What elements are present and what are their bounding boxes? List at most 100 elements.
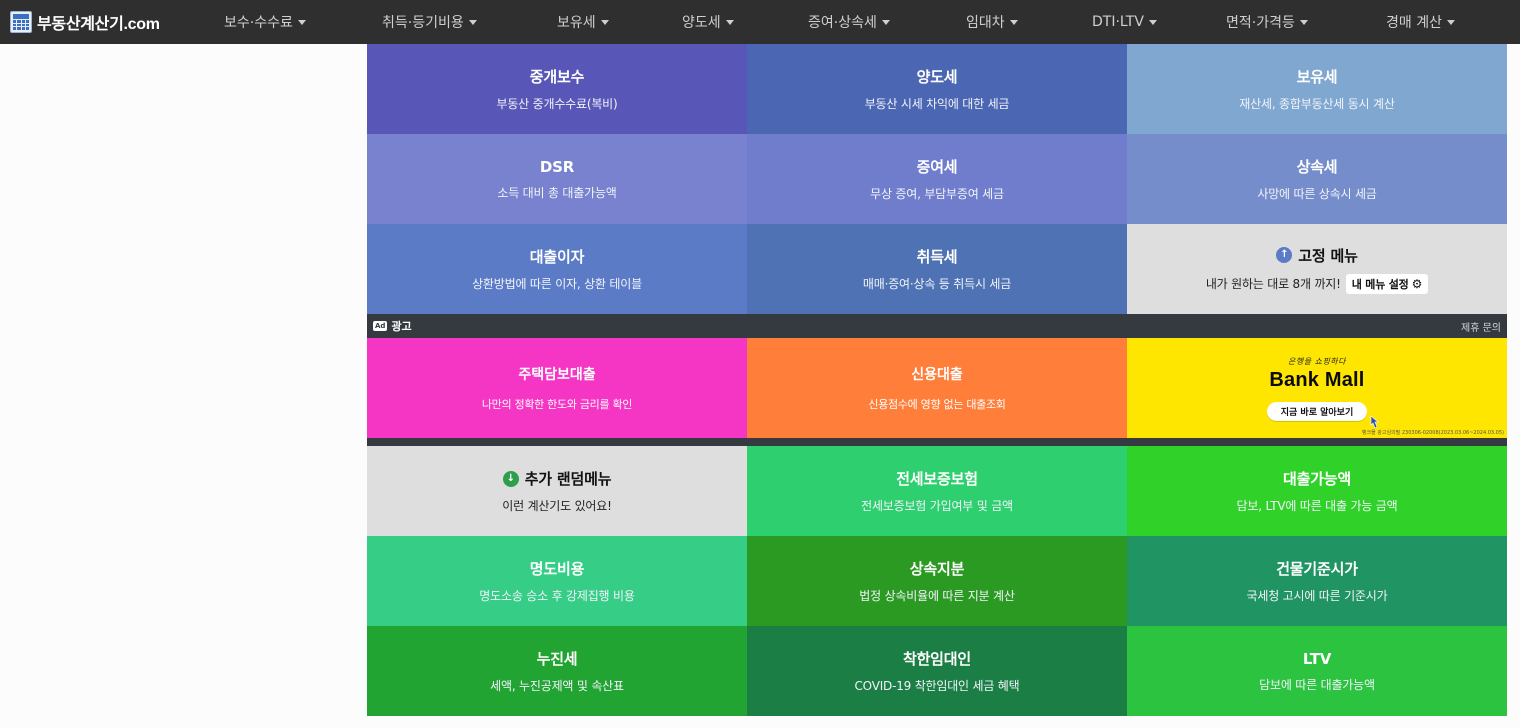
tile-title: 양도세 [916,68,958,86]
nav-transfer-tax[interactable]: 양도세 [682,0,734,44]
caret-down-icon [725,19,734,25]
tile-desc: 재산세, 종합부동산세 동시 계산 [1239,97,1395,111]
bank-mall-cta-button[interactable]: 지금 바로 알아보기 [1266,401,1380,428]
top-navbar: 부동산계산기.com 보수·수수료 취득·등기비용 보유세 양도세 증여·상속세… [0,0,1520,44]
tile-brokerage-fee[interactable]: 중개보수 부동산 중개수수료(복비) [367,44,747,134]
nav-label: 임대차 [966,15,1005,31]
caret-down-icon [1299,19,1308,25]
nav-dti-ltv[interactable]: DTI·LTV [1092,0,1157,44]
tile-title: 증여세 [916,158,958,176]
gear-icon: ⚙ [1411,276,1423,291]
tile-title: DSR [539,157,575,176]
caret-down-icon [881,19,890,25]
arrow-down-circle-icon: ↓ [502,470,519,487]
ad-mortgage-loan[interactable]: 주택담보대출 나만의 정확한 한도와 금리를 확인 [367,338,747,438]
tile-title: 누진세 [536,650,578,668]
partnership-inquiry-link[interactable]: 제휴 문의 [1461,319,1501,334]
nav-label: 면적·가격등 [1226,15,1295,31]
nav-holding-tax[interactable]: 보유세 [557,0,609,44]
tile-desc: 담보에 따른 대출가능액 [1259,677,1375,692]
caret-down-icon [600,19,609,25]
caret-down-icon [1446,19,1455,25]
tile-desc: 소득 대비 총 대출가능액 [497,185,617,200]
tile-holding-tax[interactable]: 보유세 재산세, 종합부동산세 동시 계산 [1127,44,1507,134]
tile-title: 상속세 [1296,158,1338,176]
brand-link[interactable]: 부동산계산기.com [0,0,190,44]
tile-inheritance-share[interactable]: 상속지분 법정 상속비율에 따른 지분 계산 [747,536,1127,626]
ad-divider [367,438,1507,446]
tile-title: 명도비용 [529,560,585,578]
ad-bank-mall-banner[interactable]: 은행을 쇼핑하다 Bank Mall 지금 바로 알아보기 뱅크몰 광고심의필 … [1127,338,1507,438]
nav-fee[interactable]: 보수·수수료 [224,0,306,44]
tile-acquisition-tax[interactable]: 취득세 매매·증여·상속 등 취득시 세금 [747,224,1127,314]
caret-down-icon [1009,19,1018,25]
nav-auction[interactable]: 경매 계산 [1386,0,1455,44]
tile-fixed-menu: ↑ 고정 메뉴 내가 원하는 대로 8개 까지! 내 메뉴 설정 ⚙ [1127,224,1507,314]
caret-down-icon [1148,19,1157,25]
ad-badge: Ad [373,321,388,331]
random-menu-title: 추가 랜덤메뉴 [524,470,612,488]
my-menu-settings-label: 내 메뉴 설정 [1351,277,1409,291]
tile-desc: 담보, LTV에 따른 대출 가능 금액 [1236,499,1398,513]
tile-ltv[interactable]: LTV 담보에 따른 대출가능액 [1127,626,1507,716]
tile-desc: 세액, 누진공제액 및 속산표 [490,679,624,693]
calculator-icon [10,11,32,33]
tile-title: 취득세 [916,248,958,266]
random-calculator-grid: ↓ 추가 랜덤메뉴 이런 계산기도 있어요! 전세보증보험 전세보증보험 가입여… [367,446,1507,716]
tile-eviction-cost[interactable]: 명도비용 명도소송 승소 후 강제집행 비용 [367,536,747,626]
random-menu-title-row: ↓ 추가 랜덤메뉴 [502,468,612,489]
tile-jeonse-insurance[interactable]: 전세보증보험 전세보증보험 가입여부 및 금액 [747,446,1127,536]
tile-desc: 무상 증여, 부담부증여 세금 [870,187,1004,201]
fixed-menu-desc-row: 내가 원하는 대로 8개 까지! 내 메뉴 설정 ⚙ [1206,273,1429,294]
tile-title: 전세보증보험 [896,470,978,488]
tile-desc: 매매·증여·상속 등 취득시 세금 [862,277,1012,291]
calculator-grid: 중개보수 부동산 중개수수료(복비) 양도세 부동산 시세 차익에 대한 세금 … [367,44,1507,314]
caret-down-icon [297,19,306,25]
hand-cursor-icon [1370,414,1380,428]
nav-lease[interactable]: 임대차 [966,0,1018,44]
tile-good-landlord[interactable]: 착한임대인 COVID-19 착한임대인 세금 혜택 [747,626,1127,716]
tile-title: LTV [1302,649,1332,668]
ad-desc: 신용점수에 영향 없는 대출조회 [868,398,1006,411]
bank-mall-logo: Bank Mall [1269,368,1365,391]
caret-down-icon [468,19,477,25]
tile-dsr[interactable]: DSR 소득 대비 총 대출가능액 [367,134,747,224]
tile-gift-tax[interactable]: 증여세 무상 증여, 부담부증여 세금 [747,134,1127,224]
fixed-menu-title-row: ↑ 고정 메뉴 [1276,245,1358,266]
bank-mall-cta-label: 지금 바로 알아보기 [1280,407,1354,418]
tile-desc: 부동산 시세 차익에 대한 세금 [864,97,1010,111]
ad-header-bar: Ad 광고 제휴 문의 [367,314,1507,338]
tile-title: 중개보수 [529,68,585,86]
tile-title: 대출가능액 [1282,470,1351,488]
nav-label: 보수·수수료 [224,15,293,31]
tile-transfer-tax[interactable]: 양도세 부동산 시세 차익에 대한 세금 [747,44,1127,134]
bank-mall-fine-print: 뱅크몰 광고심의필 230306-02008(2023.03.06~2024.0… [1361,430,1504,436]
nav-area-price[interactable]: 면적·가격등 [1226,0,1308,44]
nav-acquisition[interactable]: 취득·등기비용 [382,0,477,44]
tile-desc: 상환방법에 따른 이자, 상환 테이블 [472,277,642,291]
fixed-menu-title: 고정 메뉴 [1298,246,1358,265]
tile-title: 보유세 [1296,68,1338,86]
nav-label: 취득·등기비용 [382,15,464,31]
tile-progressive-tax[interactable]: 누진세 세액, 누진공제액 및 속산표 [367,626,747,716]
brand-name: 부동산계산기.com [37,16,160,33]
tile-title: 대출이자 [529,248,585,266]
tile-loan-limit[interactable]: 대출가능액 담보, LTV에 따른 대출 가능 금액 [1127,446,1507,536]
tile-desc: 국세청 고시에 따른 기준시가 [1246,589,1388,603]
bank-mall-slogan: 은행을 쇼핑하다 [1287,356,1347,366]
tile-building-standard-price[interactable]: 건물기준시가 국세청 고시에 따른 기준시가 [1127,536,1507,626]
ad-credit-loan[interactable]: 신용대출 신용점수에 영향 없는 대출조회 [747,338,1127,438]
tile-loan-interest[interactable]: 대출이자 상환방법에 따른 이자, 상환 테이블 [367,224,747,314]
tile-inheritance-tax[interactable]: 상속세 사망에 따른 상속시 세금 [1127,134,1507,224]
tile-desc: 사망에 따른 상속시 세금 [1257,187,1377,201]
random-menu-desc: 이런 계산기도 있어요! [502,499,612,513]
tile-title: 착한임대인 [902,650,971,668]
tile-desc: 부동산 중개수수료(복비) [496,97,618,111]
tile-title: 건물기준시가 [1276,560,1358,578]
nav-label: 경매 계산 [1386,15,1442,31]
my-menu-settings-button[interactable]: 내 메뉴 설정 ⚙ [1345,273,1429,294]
nav-gift-inheritance[interactable]: 증여·상속세 [808,0,890,44]
tile-random-menu: ↓ 추가 랜덤메뉴 이런 계산기도 있어요! [367,446,747,536]
nav-label: 양도세 [682,15,721,31]
ad-title: 신용대출 [911,367,963,383]
